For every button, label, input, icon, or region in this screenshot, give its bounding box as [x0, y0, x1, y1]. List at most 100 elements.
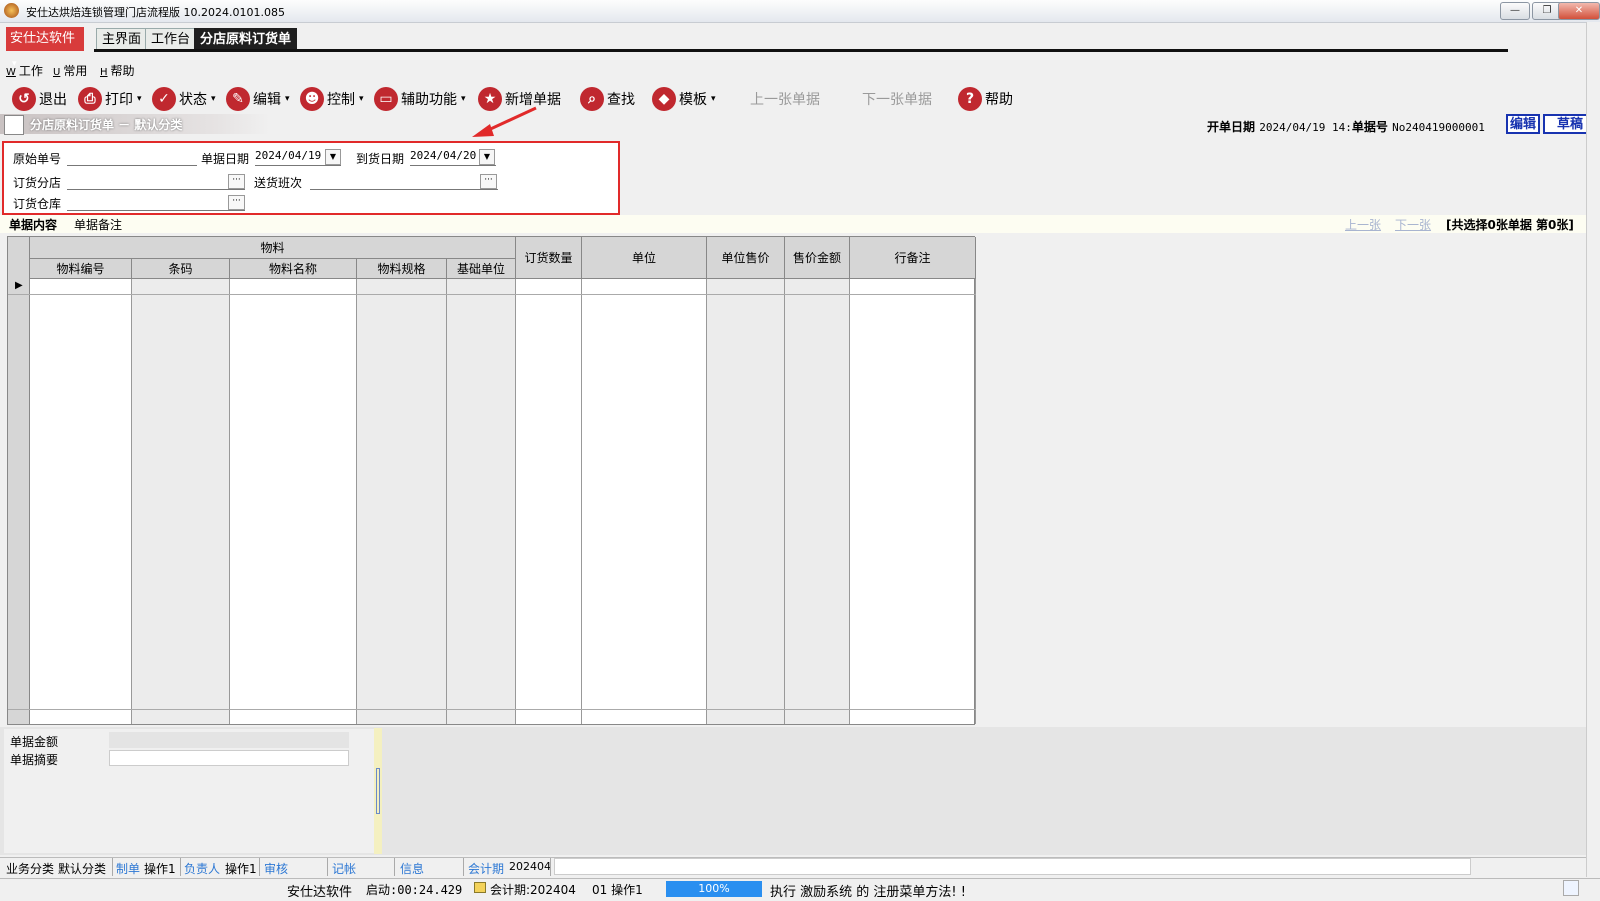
menu-help-key: H	[100, 67, 108, 78]
menu-help[interactable]: H 帮助	[100, 62, 135, 79]
edit-menu-button[interactable]: ✎ 编辑 ▾	[226, 86, 290, 112]
edit-mode-button[interactable]: 编辑	[1506, 114, 1540, 134]
col-unit-price[interactable]	[707, 279, 785, 724]
orig-no-input[interactable]	[67, 149, 197, 166]
doc-date-label: 单据日期	[201, 152, 250, 166]
status-separator	[180, 858, 181, 876]
next-link[interactable]: 下一张	[1395, 216, 1431, 233]
chevron-down-icon: ▾	[711, 94, 716, 104]
template-button[interactable]: ◆ 模板 ▾	[652, 86, 716, 112]
shift-input[interactable]	[310, 173, 498, 190]
shift-picker-button[interactable]: ···	[480, 174, 497, 189]
tray-monitor-icon[interactable]	[1563, 880, 1579, 896]
calendar-icon	[474, 882, 486, 893]
col-header-base-unit[interactable]: 基础单位	[447, 259, 516, 279]
close-button[interactable]: ✕	[1558, 2, 1600, 20]
category-value: 默认分类	[58, 862, 107, 876]
current-user: 01 操作1	[592, 883, 643, 897]
owner-label: 负责人	[184, 862, 221, 876]
doc-no-label: 单据号	[1351, 120, 1388, 134]
period-value: 202404	[509, 860, 551, 873]
warehouse-picker-button[interactable]: ···	[228, 195, 245, 210]
progress-bar: 100%	[666, 881, 762, 897]
window-scrollbar[interactable]	[1586, 22, 1600, 877]
post-label: 记帐	[332, 862, 357, 876]
tab-branch-order[interactable]: 分店原料订货单	[194, 28, 298, 51]
prev-document-label: 上一张单据	[750, 92, 820, 108]
minimize-button[interactable]: —	[1500, 2, 1530, 20]
warehouse-input[interactable]	[67, 194, 245, 211]
col-header-material-name[interactable]: 物料名称	[230, 259, 357, 279]
aux-functions-button[interactable]: ▭ 辅助功能 ▾	[374, 86, 466, 112]
col-header-price-amount[interactable]: 售价金额	[785, 237, 850, 279]
col-header-spec[interactable]: 物料规格	[357, 259, 447, 279]
col-header-barcode[interactable]: 条码	[132, 259, 230, 279]
chevron-down-icon: ▾	[461, 94, 466, 104]
document-title-strip: 分店原料订货单 － 默认分类	[0, 114, 270, 135]
amount-value	[109, 732, 349, 748]
col-line-note[interactable]	[850, 279, 976, 724]
brand-menu-button[interactable]: 安仕达软件 ▾	[6, 27, 84, 69]
chevron-down-icon: ▾	[211, 94, 216, 104]
col-price-amount[interactable]	[785, 279, 850, 724]
group-header-material: 物料	[30, 237, 516, 259]
tab-document-notes[interactable]: 单据备注	[74, 216, 122, 233]
control-button[interactable]: ☻ 控制 ▾	[300, 86, 364, 112]
prev-link[interactable]: 上一张	[1345, 216, 1381, 233]
col-header-unit[interactable]: 单位	[582, 237, 707, 279]
col-material-name[interactable]	[230, 279, 357, 724]
grid-footer-line	[8, 709, 976, 710]
items-grid[interactable]: ▶ 物料 物料编号 条码 物料名称 物料规格 基础单位 订货数量 单位 单位售价…	[7, 236, 976, 725]
table-row[interactable]	[8, 294, 976, 295]
tab-workbench[interactable]: 工作台	[145, 28, 197, 51]
menu-work-label: 工作	[18, 64, 43, 78]
col-spec[interactable]	[357, 279, 447, 724]
tab-document-content[interactable]: 单据内容	[9, 216, 57, 233]
col-header-unit-price[interactable]: 单位售价	[707, 237, 785, 279]
splitter-handle-icon[interactable]	[376, 768, 380, 814]
menu-common[interactable]: U 常用	[53, 62, 87, 79]
chevron-down-icon[interactable]: ▼	[325, 149, 341, 165]
chevron-down-icon[interactable]: ▼	[479, 149, 495, 165]
window-title: 安仕达烘焙连锁管理门店流程版 10.2024.0101.085	[26, 6, 285, 19]
next-document-button[interactable]: 下一张单据	[862, 86, 932, 112]
col-header-line-note[interactable]: 行备注	[850, 237, 976, 279]
check-icon: ✓	[152, 87, 176, 111]
status-message: 执行 激励系统 的 注册菜单方法! !	[770, 885, 966, 900]
abstract-input[interactable]	[109, 750, 349, 766]
col-header-material-code[interactable]: 物料编号	[30, 259, 132, 279]
document-title: 分店原料订货单 － 默认分类	[30, 118, 183, 132]
status-separator	[550, 858, 551, 876]
col-unit[interactable]	[582, 279, 707, 724]
tab-main[interactable]: 主界面	[96, 28, 148, 51]
print-button[interactable]: ⎙ 打印 ▾	[78, 86, 142, 112]
open-date-label: 开单日期	[1207, 120, 1256, 134]
doc-no-value: No240419000001	[1392, 121, 1485, 134]
maker-value: 操作1	[144, 862, 176, 876]
control-label: 控制	[327, 92, 355, 108]
help-button[interactable]: ? 帮助	[958, 86, 1013, 112]
menu-common-label: 常用	[63, 64, 88, 78]
col-material-code[interactable]	[30, 279, 132, 724]
find-button[interactable]: ⌕ 查找	[580, 86, 635, 112]
prev-document-button[interactable]: 上一张单据	[750, 86, 820, 112]
search-icon: ⌕	[580, 87, 604, 111]
status-button[interactable]: ✓ 状态 ▾	[152, 86, 216, 112]
maker-label: 制单	[116, 862, 141, 876]
template-label: 模板	[679, 92, 707, 108]
col-base-unit[interactable]	[447, 279, 516, 724]
exit-button[interactable]: ↺ 退出	[12, 86, 67, 112]
col-header-order-qty[interactable]: 订货数量	[516, 237, 582, 279]
exit-icon: ↺	[12, 87, 36, 111]
col-order-qty[interactable]	[516, 279, 582, 724]
info-label: 信息	[400, 862, 425, 876]
branch-label: 订货分店	[13, 176, 62, 190]
menu-work[interactable]: W 工作	[6, 62, 43, 79]
find-label: 查找	[607, 92, 635, 108]
panel-splitter[interactable]	[374, 728, 382, 854]
branch-input[interactable]	[67, 173, 245, 190]
shift-label: 送货班次	[254, 176, 303, 190]
orig-no-label: 原始单号	[13, 152, 62, 166]
col-barcode[interactable]	[132, 279, 230, 724]
branch-picker-button[interactable]: ···	[228, 174, 245, 189]
